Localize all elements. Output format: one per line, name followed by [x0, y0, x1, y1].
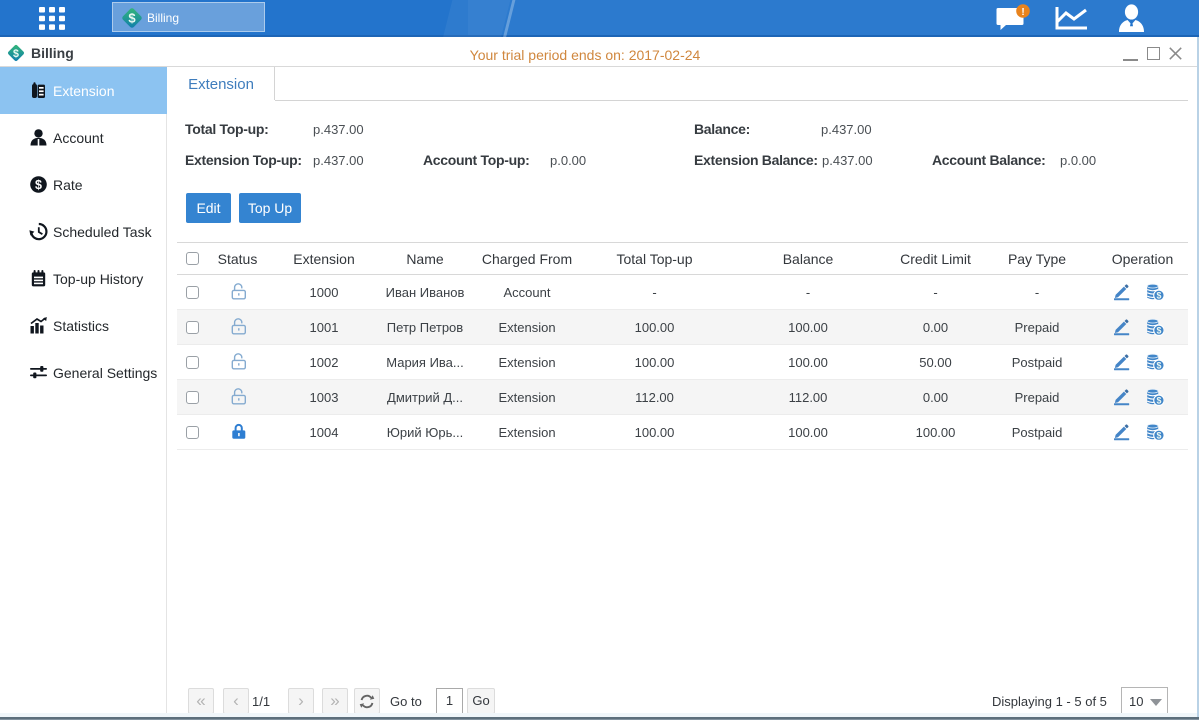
- svg-text:!: !: [1021, 7, 1024, 18]
- svg-text:$: $: [128, 11, 136, 26]
- svg-text:$: $: [1156, 326, 1161, 336]
- svg-text:$: $: [35, 178, 42, 192]
- svg-text:$: $: [1156, 361, 1161, 371]
- svg-text:$: $: [1156, 431, 1161, 441]
- svg-text:$: $: [1156, 396, 1161, 406]
- svg-text:$: $: [1156, 291, 1161, 301]
